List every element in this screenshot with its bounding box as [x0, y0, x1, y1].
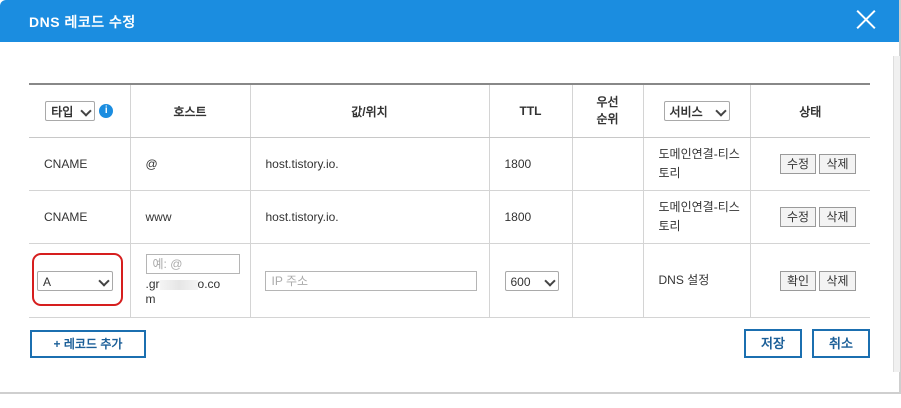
cell-host: @	[130, 137, 251, 191]
edit-button[interactable]: 수정	[779, 154, 817, 174]
cell-priority	[572, 137, 644, 191]
host-input[interactable]	[145, 254, 240, 274]
info-icon[interactable]: i	[99, 104, 114, 118]
cell-ttl: 1800	[489, 190, 573, 244]
header-status: 상태	[750, 83, 870, 138]
cell-status: 확인 삭제	[750, 243, 870, 318]
cell-host: .gro.co m	[130, 243, 251, 318]
cell-status: 수정 삭제	[750, 190, 870, 244]
host-domain-suffix: .gr o.co m	[145, 277, 221, 306]
add-record-button[interactable]: + 레코드 추가	[30, 330, 146, 358]
header-ttl: TTL	[489, 83, 573, 138]
cell-priority	[572, 190, 644, 244]
cell-type: CNAME	[29, 137, 131, 191]
edit-button[interactable]: 수정	[779, 207, 817, 227]
cell-value: host.tistory.io.	[250, 190, 490, 244]
ttl-value: 600	[510, 274, 531, 289]
table-row: CNAME www host.tistory.io. 1800 도메인연결-티스…	[29, 190, 870, 244]
header-priority: 우선 순위	[572, 83, 644, 138]
close-icon[interactable]	[852, 6, 880, 34]
chevron-down-icon	[714, 105, 727, 117]
service-filter-label: 서비스	[669, 105, 703, 119]
table-row: CNAME @ host.tistory.io. 1800 도메인연결-티스토리…	[29, 137, 870, 191]
cell-value: host.tistory.io.	[250, 137, 490, 191]
cell-ttl: 600	[489, 243, 573, 318]
new-record-row: A .gro.co m 600	[29, 243, 870, 318]
save-button[interactable]: 저장	[744, 329, 802, 358]
delete-button[interactable]: 삭제	[819, 154, 856, 174]
header-host: 호스트	[130, 83, 251, 138]
delete-button[interactable]: 삭제	[819, 207, 856, 227]
cell-type: CNAME	[29, 190, 131, 244]
scrollbar[interactable]	[893, 56, 900, 372]
delete-button[interactable]: 삭제	[819, 270, 856, 291]
ttl-select[interactable]: 600	[504, 270, 559, 291]
dialog-title: DNS 레코드 수정	[29, 14, 136, 30]
header-type: 타입 i	[29, 83, 131, 138]
cell-service: 도메인연결-티스토리	[643, 190, 751, 244]
dns-record-edit-dialog: DNS 레코드 수정 타입 i 호스트 값/위치 TTL 우선 순위 서비스 상…	[0, 0, 901, 394]
chevron-down-icon	[543, 274, 556, 287]
annotation-highlight	[32, 253, 123, 306]
cell-ttl: 1800	[489, 137, 573, 191]
confirm-button[interactable]: 확인	[779, 270, 817, 291]
cell-value	[250, 243, 490, 318]
ip-address-input[interactable]	[264, 270, 477, 291]
blurred-text	[159, 279, 198, 290]
type-filter-select[interactable]: 타입	[45, 101, 96, 121]
cancel-button[interactable]: 취소	[812, 329, 870, 358]
service-filter-select[interactable]: 서비스	[663, 101, 730, 121]
chevron-down-icon	[80, 105, 92, 117]
dns-records-table: 타입 i 호스트 값/위치 TTL 우선 순위 서비스 상태 CNAME @ h…	[29, 83, 870, 318]
header-value: 값/위치	[250, 83, 490, 138]
cell-host: www	[130, 190, 251, 244]
cell-service: DNS 설정	[643, 243, 751, 318]
dialog-titlebar: DNS 레코드 수정	[0, 0, 899, 42]
type-filter-label: 타입	[51, 105, 74, 119]
header-service: 서비스	[643, 83, 751, 138]
cell-service: 도메인연결-티스토리	[643, 137, 751, 191]
cell-status: 수정 삭제	[750, 137, 870, 191]
cell-priority	[572, 243, 644, 318]
